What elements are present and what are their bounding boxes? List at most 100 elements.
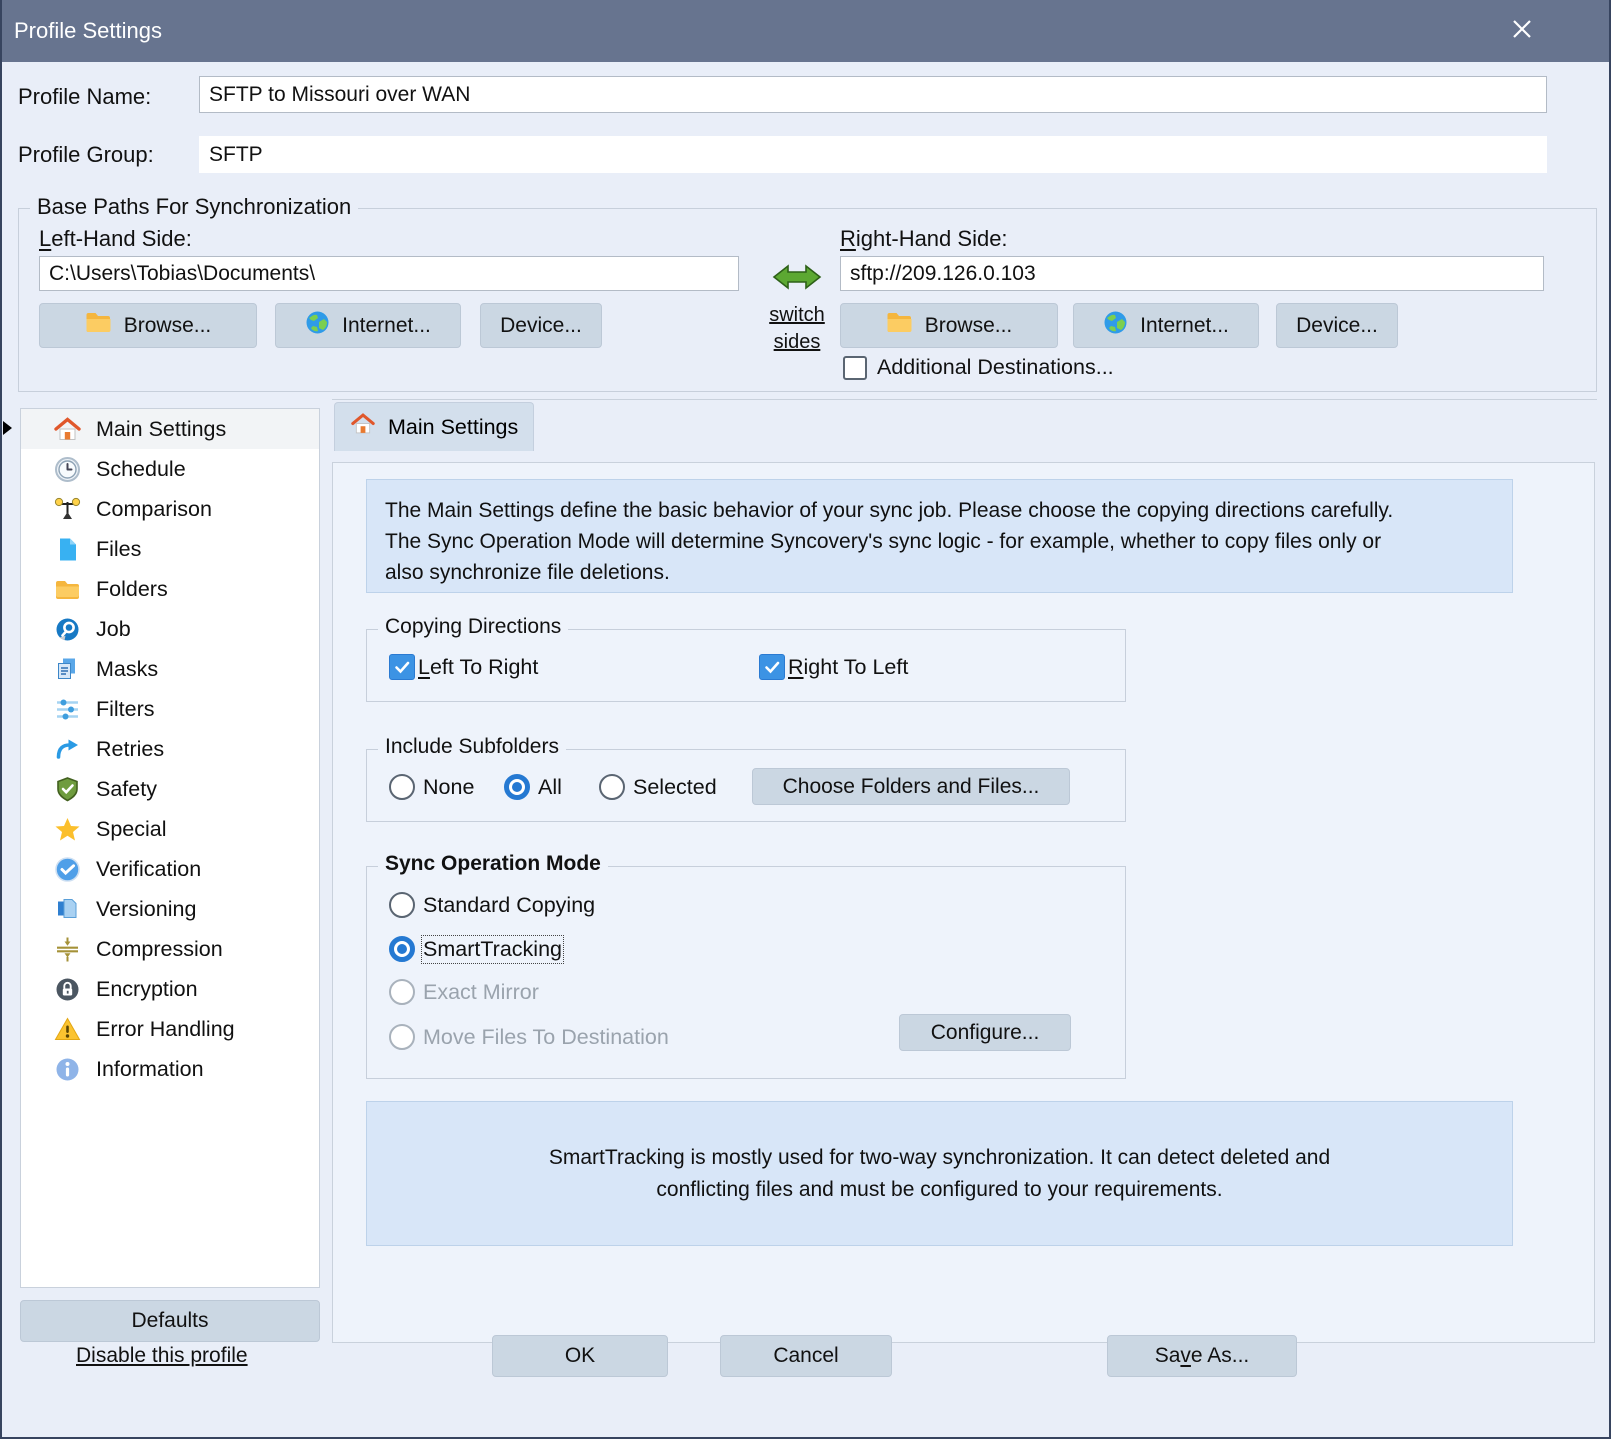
settings-category-list: Main Settings Schedule Comparison Files … [20, 408, 320, 1288]
window-title: Profile Settings [14, 18, 162, 44]
radio-subfolders-all[interactable]: All [504, 774, 562, 800]
left-to-right-checkbox[interactable]: Left To Right [389, 654, 538, 680]
ok-button[interactable]: OK [492, 1335, 668, 1377]
tab-strip-divider [332, 399, 1597, 400]
left-browse-button[interactable]: Browse... [39, 303, 257, 348]
radio-on-icon [389, 936, 415, 962]
file-icon [54, 536, 81, 563]
sidebar-item-job[interactable]: Job [21, 609, 319, 649]
masks-documents-icon [54, 656, 81, 683]
encryption-lock-icon [54, 976, 81, 1003]
profile-group-label: Profile Group: [18, 142, 154, 168]
information-icon [54, 1056, 81, 1083]
switch-sides-link-line1[interactable]: switch [769, 302, 825, 329]
retry-arrow-icon [54, 736, 81, 763]
copying-directions-title: Copying Directions [378, 615, 568, 639]
sidebar-item-error-handling[interactable]: Error Handling [21, 1009, 319, 1049]
radio-exact-mirror: Exact Mirror [389, 979, 539, 1005]
right-device-button[interactable]: Device... [1276, 303, 1398, 348]
radio-move-files-to-destination: Move Files To Destination [389, 1024, 669, 1050]
left-internet-button[interactable]: Internet... [275, 303, 461, 348]
tab-main-settings[interactable]: Main Settings [334, 402, 534, 451]
sidebar-item-verification[interactable]: Verification [21, 849, 319, 889]
home-icon [54, 416, 81, 443]
right-internet-button[interactable]: Internet... [1073, 303, 1259, 348]
include-subfolders-group: Include Subfolders None All Selected Cho… [366, 749, 1126, 822]
smarttracking-note-text: SmartTracking is mostly used for two-way… [535, 1142, 1345, 1206]
folder-icon [85, 311, 112, 340]
sidebar-item-masks[interactable]: Masks [21, 649, 319, 689]
profile-name-input[interactable] [199, 76, 1547, 113]
right-path-input[interactable] [840, 256, 1544, 291]
additional-destinations-checkbox[interactable]: Additional Destinations... [843, 355, 1114, 380]
save-as-button[interactable]: Save As... [1107, 1335, 1297, 1377]
radio-off-icon [389, 774, 415, 800]
sidebar-item-schedule[interactable]: Schedule [21, 449, 319, 489]
globe-icon [1103, 310, 1128, 341]
error-warning-icon [54, 1016, 81, 1043]
defaults-button[interactable]: Defaults [20, 1300, 320, 1342]
job-gear-icon [54, 616, 81, 643]
checkbox-checked-icon [389, 654, 415, 680]
selected-item-marker [3, 421, 12, 435]
sidebar-item-compression[interactable]: Compression [21, 929, 319, 969]
base-paths-group: Base Paths For Synchronization Left-Hand… [18, 208, 1597, 392]
base-paths-group-title: Base Paths For Synchronization [30, 194, 358, 220]
smarttracking-note-box: SmartTracking is mostly used for two-way… [366, 1101, 1513, 1246]
checkbox-checked-icon [759, 654, 785, 680]
radio-smarttracking[interactable]: SmartTracking [389, 936, 562, 962]
radio-on-icon [504, 774, 530, 800]
sidebar-item-filters[interactable]: Filters [21, 689, 319, 729]
sidebar-item-special[interactable]: Special [21, 809, 319, 849]
main-settings-panel: The Main Settings define the basic behav… [332, 462, 1595, 1343]
radio-subfolders-none[interactable]: None [389, 774, 474, 800]
tab-label: Main Settings [388, 415, 518, 440]
right-to-left-checkbox[interactable]: Right To Left [759, 654, 908, 680]
close-button[interactable] [1501, 12, 1543, 50]
folder-icon [54, 576, 81, 603]
main-settings-intro-box: The Main Settings define the basic behav… [366, 479, 1513, 593]
verification-check-icon [54, 856, 81, 883]
clock-icon [54, 456, 81, 483]
switch-sides-link-line2[interactable]: sides [774, 329, 821, 356]
folder-icon [886, 311, 913, 340]
switch-sides-control[interactable]: switch sides [757, 257, 837, 356]
globe-icon [305, 310, 330, 341]
filters-sliders-icon [54, 696, 81, 723]
copying-directions-group: Copying Directions Left To Right Right T… [366, 629, 1126, 702]
include-subfolders-title: Include Subfolders [378, 735, 566, 759]
left-path-input[interactable] [39, 256, 739, 291]
versioning-copies-icon [54, 896, 81, 923]
radio-off-disabled-icon [389, 1024, 415, 1050]
profile-group-input[interactable] [199, 136, 1547, 173]
left-device-button[interactable]: Device... [480, 303, 602, 348]
sidebar-item-information[interactable]: Information [21, 1049, 319, 1089]
sync-operation-mode-group: Sync Operation Mode Standard Copying Sma… [366, 866, 1126, 1079]
sidebar-item-files[interactable]: Files [21, 529, 319, 569]
switch-sides-arrows-icon [772, 257, 822, 302]
special-star-icon [54, 816, 81, 843]
disable-this-profile-link[interactable]: Disable this profile [76, 1344, 248, 1368]
profile-settings-dialog: Profile Settings Profile Name: Profile G… [0, 0, 1611, 1439]
sidebar-item-safety[interactable]: Safety [21, 769, 319, 809]
radio-off-icon [599, 774, 625, 800]
sidebar-item-versioning[interactable]: Versioning [21, 889, 319, 929]
right-browse-button[interactable]: Browse... [840, 303, 1058, 348]
checkbox-unchecked-icon [843, 356, 867, 380]
radio-standard-copying[interactable]: Standard Copying [389, 892, 595, 918]
sidebar-item-folders[interactable]: Folders [21, 569, 319, 609]
sidebar-item-main-settings[interactable]: Main Settings [21, 409, 319, 449]
radio-off-icon [389, 892, 415, 918]
profile-name-label: Profile Name: [18, 84, 151, 110]
choose-folders-and-files-button[interactable]: Choose Folders and Files... [752, 768, 1070, 805]
right-hand-side-label: Right-Hand Side: [840, 226, 1008, 252]
sidebar-item-encryption[interactable]: Encryption [21, 969, 319, 1009]
configure-button[interactable]: Configure... [899, 1014, 1071, 1051]
sidebar-item-retries[interactable]: Retries [21, 729, 319, 769]
radio-subfolders-selected[interactable]: Selected [599, 774, 717, 800]
sidebar-item-comparison[interactable]: Comparison [21, 489, 319, 529]
close-icon [1507, 14, 1537, 49]
intro-text: The Main Settings define the basic behav… [385, 499, 1393, 584]
cancel-button[interactable]: Cancel [720, 1335, 892, 1377]
safety-shield-icon [54, 776, 81, 803]
